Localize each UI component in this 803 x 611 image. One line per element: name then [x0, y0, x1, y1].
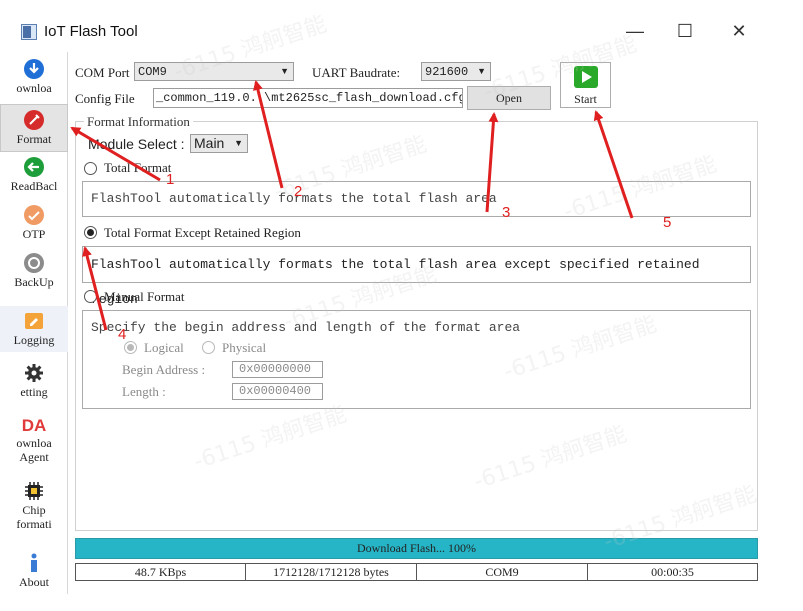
maximize-button[interactable]: ☐ [670, 20, 700, 42]
download-icon [24, 59, 44, 79]
sidebar-item-label: Agent [19, 450, 49, 464]
logical-label: Logical [144, 340, 184, 355]
radio-total-format-except-retained[interactable] [84, 226, 97, 239]
option-label: Manual Format [104, 289, 185, 304]
annotation-number-1: 1 [166, 171, 175, 188]
option-label: Total Format [104, 160, 172, 175]
begin-address-label: Begin Address : [122, 362, 206, 377]
sidebar-item-label: Logging [13, 333, 55, 347]
sidebar-item-about[interactable]: About [0, 552, 68, 589]
config-file-label: Config File [75, 91, 135, 106]
annotation-number-3: 3 [502, 204, 511, 221]
com-port-label: COM Port [75, 65, 130, 80]
status-speed: 48.7 KBps [76, 564, 246, 580]
sidebar-item-readback[interactable]: ReadBacl [0, 156, 68, 193]
chevron-down-icon: ▼ [280, 66, 289, 76]
backup-icon [24, 253, 44, 273]
chevron-down-icon: ▼ [234, 138, 243, 148]
baud-value: 921600 [425, 65, 469, 79]
sidebar-item-label: etting [20, 385, 48, 399]
format-icon [24, 110, 44, 130]
annotation-number-4: 4 [118, 326, 127, 343]
config-file-input[interactable]: _common_119.0. \mt2625sc_flash_download.… [153, 88, 463, 108]
sidebar-item-label: OTP [22, 227, 46, 241]
begin-address-input[interactable]: 0x00000000 [232, 361, 323, 378]
module-select[interactable]: Main ▼ [190, 134, 248, 153]
app-icon [21, 24, 37, 40]
sidebar-item-label: ReadBacl [10, 179, 58, 193]
progress-bar: Download Flash... 100% [75, 538, 758, 559]
sidebar-item-label: ownloa [16, 436, 52, 450]
info-icon [31, 553, 37, 572]
option-label: Total Format Except Retained Region [104, 225, 301, 240]
sidebar-item-label: About [19, 575, 49, 589]
status-port: COM9 [417, 564, 588, 580]
length-input[interactable]: 0x00000400 [232, 383, 323, 400]
sidebar-item-label: formati [16, 517, 52, 531]
sidebar-item-setting[interactable]: etting [0, 362, 68, 399]
sidebar-item-label: BackUp [14, 275, 54, 289]
status-bar: 48.7 KBps 1712128/1712128 bytes COM9 00:… [75, 563, 758, 581]
sidebar-item-chip-info[interactable]: Chip formati [0, 480, 68, 531]
sidebar-item-backup[interactable]: BackUp [0, 252, 68, 289]
sidebar-item-download-agent[interactable]: DA ownloa Agent [0, 416, 68, 464]
da-icon: DA [21, 416, 47, 435]
radio-physical[interactable] [202, 341, 215, 354]
com-port-value: COM9 [138, 65, 167, 79]
sidebar-item-logging[interactable]: Logging [0, 306, 68, 352]
logging-icon [25, 313, 43, 329]
length-label: Length : [122, 384, 166, 399]
baud-label: UART Baudrate: [312, 65, 401, 80]
sidebar-item-label: ownloa [16, 81, 52, 95]
gear-icon [25, 364, 43, 382]
module-select-value: Main [194, 135, 225, 151]
readback-icon [24, 157, 44, 177]
sidebar-item-download[interactable]: ownloa [0, 58, 68, 95]
status-time: 00:00:35 [651, 565, 694, 579]
group-title: Format Information [84, 114, 193, 130]
physical-label: Physical [222, 340, 267, 355]
radio-manual-format[interactable] [84, 290, 97, 303]
otp-icon [24, 205, 44, 225]
close-button[interactable]: ✕ [724, 20, 754, 42]
sidebar: ownloa Format ReadBacl OTP BackUp Loggin… [0, 52, 68, 594]
sidebar-item-label: Format [16, 132, 52, 146]
sidebar-item-format[interactable]: Format [0, 104, 68, 152]
module-select-label: Module Select : [88, 136, 185, 152]
chip-icon [25, 482, 43, 500]
progress-text: Download Flash... 100% [357, 541, 476, 555]
annotation-number-2: 2 [294, 183, 303, 200]
radio-total-format[interactable] [84, 162, 97, 175]
title-bar: IoT Flash Tool — ☐ ✕ [0, 0, 803, 52]
sidebar-item-otp[interactable]: OTP [0, 204, 68, 241]
status-bytes: 1712128/1712128 bytes [246, 564, 417, 580]
start-label: Start [574, 92, 597, 106]
annotation-number-5: 5 [663, 214, 672, 231]
window-title: IoT Flash Tool [44, 23, 138, 40]
sidebar-item-label: Chip [22, 503, 46, 517]
